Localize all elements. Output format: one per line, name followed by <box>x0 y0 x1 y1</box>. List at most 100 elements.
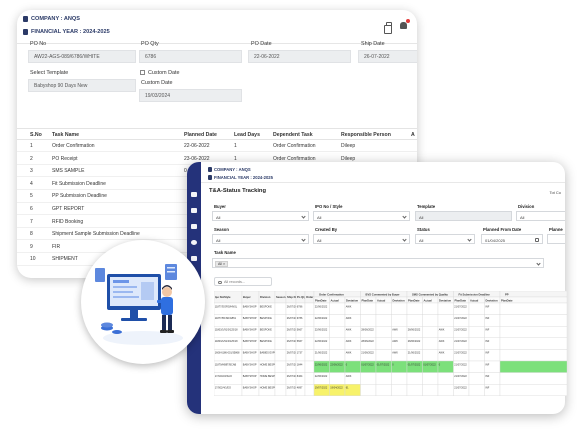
task-table-header: S.No Task Name Planned Date Lead Days De… <box>17 128 417 140</box>
grid-cell-text: 21/06/2022 <box>315 352 328 355</box>
grid-cell <box>274 372 287 385</box>
col-a: A <box>411 132 415 138</box>
cell-sno: 7 <box>30 218 33 225</box>
grid-subheader-label: Actual <box>424 298 432 302</box>
grid-cell-text: 22/06/2022 <box>315 305 328 308</box>
search-icon[interactable] <box>191 240 197 245</box>
custom-date-field[interactable]: 19/03/2024 <box>139 89 242 102</box>
grid-cell <box>329 326 346 339</box>
cell-sno: 1 <box>30 143 33 149</box>
order-form-header: COMPANY : ANQS FINANCIAL YEAR : 2024-202… <box>17 10 417 48</box>
po-no-field[interactable]: AW22-AGS-089/6786/WHITE <box>28 50 136 63</box>
custom-date-checkbox[interactable] <box>140 70 145 75</box>
task-name-select[interactable]: All × <box>212 258 544 268</box>
grid-cell-text: INF <box>485 340 490 343</box>
created-by-label: Created By <box>315 227 338 232</box>
col-lead-days: Lead Days <box>234 132 260 138</box>
building-icon <box>23 16 28 22</box>
col-planned-date: Planned Date <box>184 132 217 138</box>
cell-sno: 2 <box>30 155 33 162</box>
notification-bell-icon[interactable] <box>400 19 410 29</box>
select-template-field[interactable]: Babyshop 90 Days New <box>28 79 136 92</box>
grid-subheader-label: PlanDate <box>408 298 420 302</box>
ipo-style-select[interactable]: All <box>313 211 410 221</box>
calendar-icon[interactable] <box>535 237 539 242</box>
financial-year-label: FINANCIAL YEAR : 2024-2025 <box>23 29 110 35</box>
grid-cell-text: BABYSHOP <box>243 305 257 308</box>
orders-icon[interactable] <box>191 208 197 213</box>
planned-to-label: Planne <box>549 227 563 232</box>
division-select[interactable]: All <box>516 211 565 221</box>
grid-cell-text: 21/07/2022 <box>454 375 467 378</box>
grid-cell-text: AWK <box>346 317 352 320</box>
grid-cell <box>468 302 485 315</box>
grid-subheader-label: PlanDate <box>455 298 467 302</box>
front-financial-year-text: FINANCIAL YEAR : 2024-2025 <box>214 175 273 180</box>
planned-from-input[interactable]: 01/04/2025 <box>481 234 543 244</box>
grid-cell <box>360 372 377 385</box>
grid-cell-text: 21/07/2022 <box>454 363 467 366</box>
grid-cell-text: BABYSHOP <box>243 387 257 390</box>
template-select[interactable]: All <box>415 211 512 221</box>
cell-dependent-task: Order Confirmation <box>273 143 316 149</box>
grid-cell <box>304 326 315 339</box>
grid-cell <box>391 383 408 396</box>
grid-cell-text: 17/1002/4/SAO <box>215 375 232 378</box>
grid-cell-text: AWK <box>346 305 352 308</box>
cell-task-name: PP Submission Deadline <box>52 193 107 200</box>
grid-search-input[interactable]: All records... <box>214 277 272 286</box>
planned-to-input[interactable] <box>547 234 565 244</box>
grid-cell-text: 01/07/2022 <box>408 363 421 366</box>
grid-cell <box>499 360 567 373</box>
cell-sno: 6 <box>30 206 33 212</box>
grid-cell <box>499 349 567 362</box>
grid-cell <box>499 326 567 339</box>
grid-cell <box>499 383 567 396</box>
ipo-style-value: All <box>317 214 322 220</box>
cell-task-name: RFID Booking <box>52 218 84 225</box>
grid-cell <box>274 337 287 350</box>
buyer-select[interactable]: All <box>212 211 309 221</box>
grid-cell-text: AWK <box>346 375 352 378</box>
ship-date-field[interactable]: 26-07-2022 <box>358 50 417 63</box>
status-label: Status <box>417 227 430 232</box>
home-icon[interactable] <box>191 192 197 197</box>
copy-icon[interactable] <box>384 22 392 34</box>
grid-cell <box>329 372 346 385</box>
status-select[interactable]: All <box>415 234 475 244</box>
task-name-tag[interactable]: All × <box>215 260 229 267</box>
grid-cell-text: INF <box>485 329 490 332</box>
grid-cell-text: 11803/1/91/0/125/18 <box>215 340 238 343</box>
grid-cell <box>274 302 287 315</box>
po-qty-field[interactable]: 6786 <box>139 50 242 63</box>
po-date-field[interactable]: 22-06-2022 <box>248 50 351 63</box>
grid-cell <box>468 314 485 327</box>
grid-cell-text: 6786 <box>297 317 303 320</box>
shirt-icon[interactable] <box>191 224 197 229</box>
cell-task-name: Shipment Sample Submission Deadline <box>52 231 140 238</box>
grid-cell-text: 21/07/2022 <box>454 352 467 355</box>
template-value: All <box>419 214 424 220</box>
chevron-down-icon <box>536 261 541 266</box>
grid-header-label: Po Qty <box>297 295 306 299</box>
illustration-circle <box>81 240 205 364</box>
task-name-tag-text: All <box>218 261 222 266</box>
chevron-down-icon <box>402 237 407 242</box>
season-value: All <box>216 237 221 243</box>
grid-cell <box>274 383 287 396</box>
grid-cell-text: BABYSHOP <box>243 363 257 366</box>
status-value: All <box>419 237 424 243</box>
created-by-select[interactable]: All <box>313 234 410 244</box>
season-select[interactable]: All <box>212 234 309 244</box>
cell-sno: 3 <box>30 168 33 175</box>
grid-subheader-label: Deviation <box>346 298 358 302</box>
chevron-down-icon <box>301 237 306 242</box>
grid-cell <box>329 337 346 350</box>
truck-icon[interactable] <box>191 256 197 261</box>
grid-cell <box>406 383 423 396</box>
grid-cell <box>375 326 392 339</box>
cell-sno: 9 <box>30 243 33 250</box>
table-row[interactable]: 1 Order Confirmation 22-06-2022 1 Order Conf… <box>17 140 417 153</box>
grid-cell <box>274 360 287 373</box>
grid-cell-text: AWK <box>392 340 398 343</box>
